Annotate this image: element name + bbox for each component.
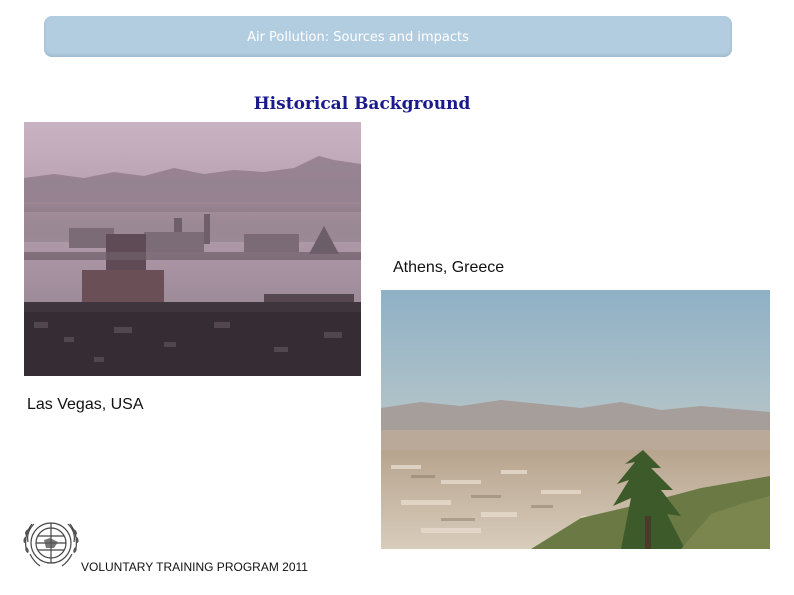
header-title: Air Pollution: Sources and impacts — [247, 30, 469, 45]
emblem-logo — [16, 512, 86, 576]
las-vegas-caption: Las Vegas, USA — [27, 396, 144, 413]
athens-caption: Athens, Greece — [393, 259, 505, 276]
slide-title: Historical Background — [253, 94, 471, 114]
las-vegas-photo — [24, 122, 361, 376]
footer-text: VOLUNTARY TRAINING PROGRAM 2011 — [81, 560, 308, 574]
athens-photo — [381, 290, 770, 549]
